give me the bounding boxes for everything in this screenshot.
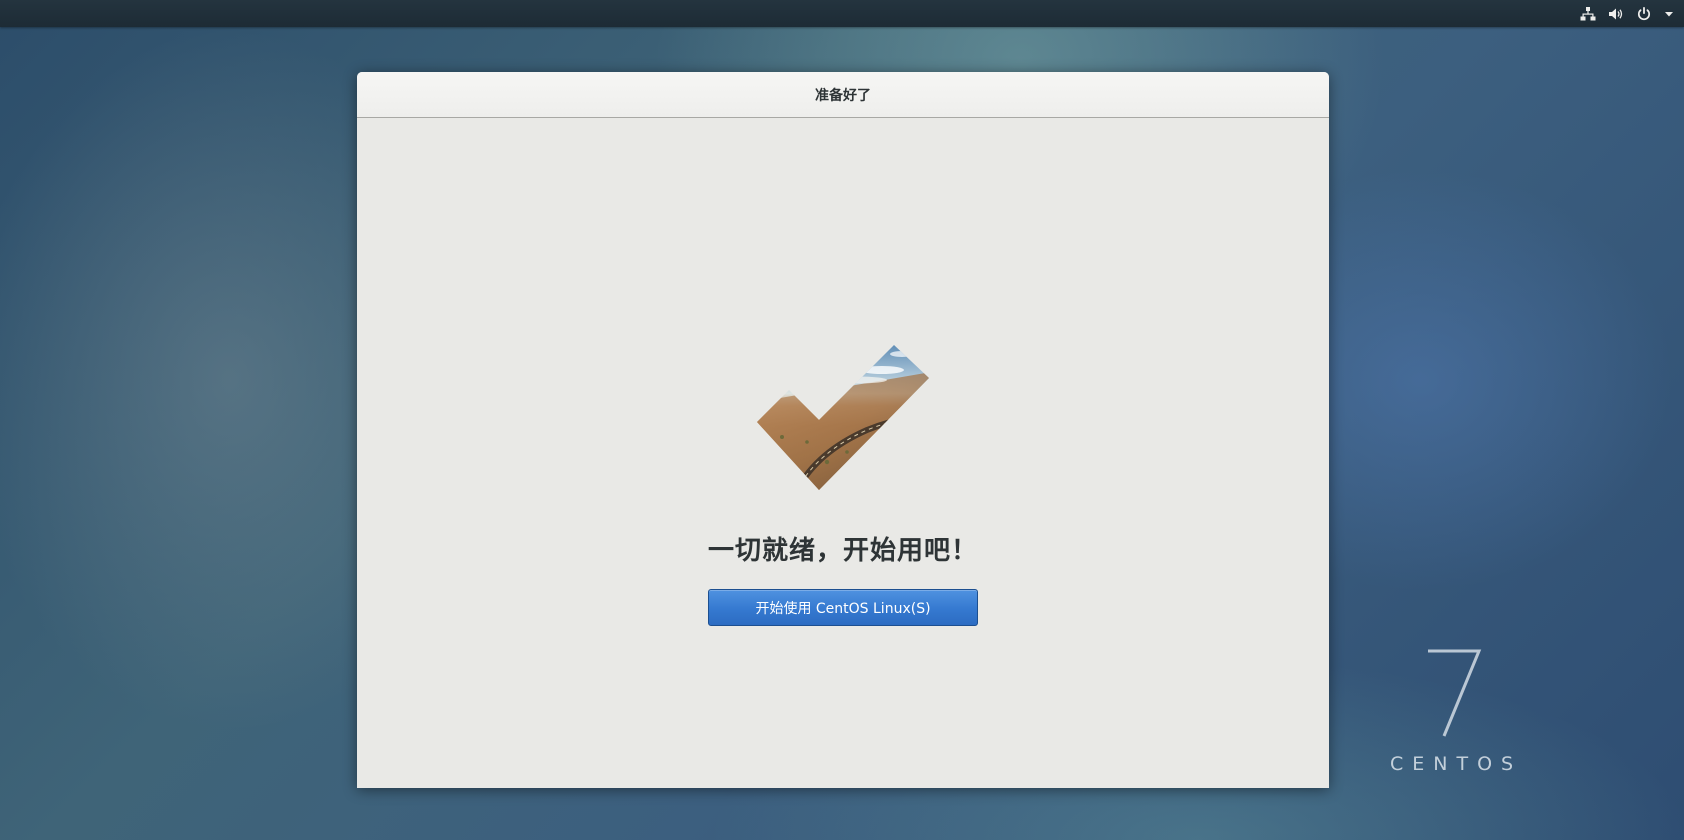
power-icon[interactable]	[1636, 6, 1652, 22]
dialog-title: 准备好了	[815, 87, 871, 104]
chevron-down-icon[interactable]	[1664, 9, 1674, 19]
centos-seven-logo	[1428, 649, 1482, 737]
network-icon[interactable]	[1580, 6, 1596, 22]
setup-dialog: 准备好了 一切就绪，开始用吧！ 开始使用 CentOS Linux(S)	[357, 72, 1329, 788]
checkmark-illustration	[757, 345, 929, 490]
volume-icon[interactable]	[1608, 6, 1624, 22]
dialog-header: 准备好了	[357, 72, 1329, 118]
start-using-button[interactable]: 开始使用 CentOS Linux(S)	[708, 589, 978, 626]
centos-brand-text: CENTOS	[1390, 753, 1523, 775]
ready-headline: 一切就绪，开始用吧！	[707, 536, 978, 566]
system-tray[interactable]	[1580, 0, 1674, 27]
top-panel	[0, 0, 1684, 27]
